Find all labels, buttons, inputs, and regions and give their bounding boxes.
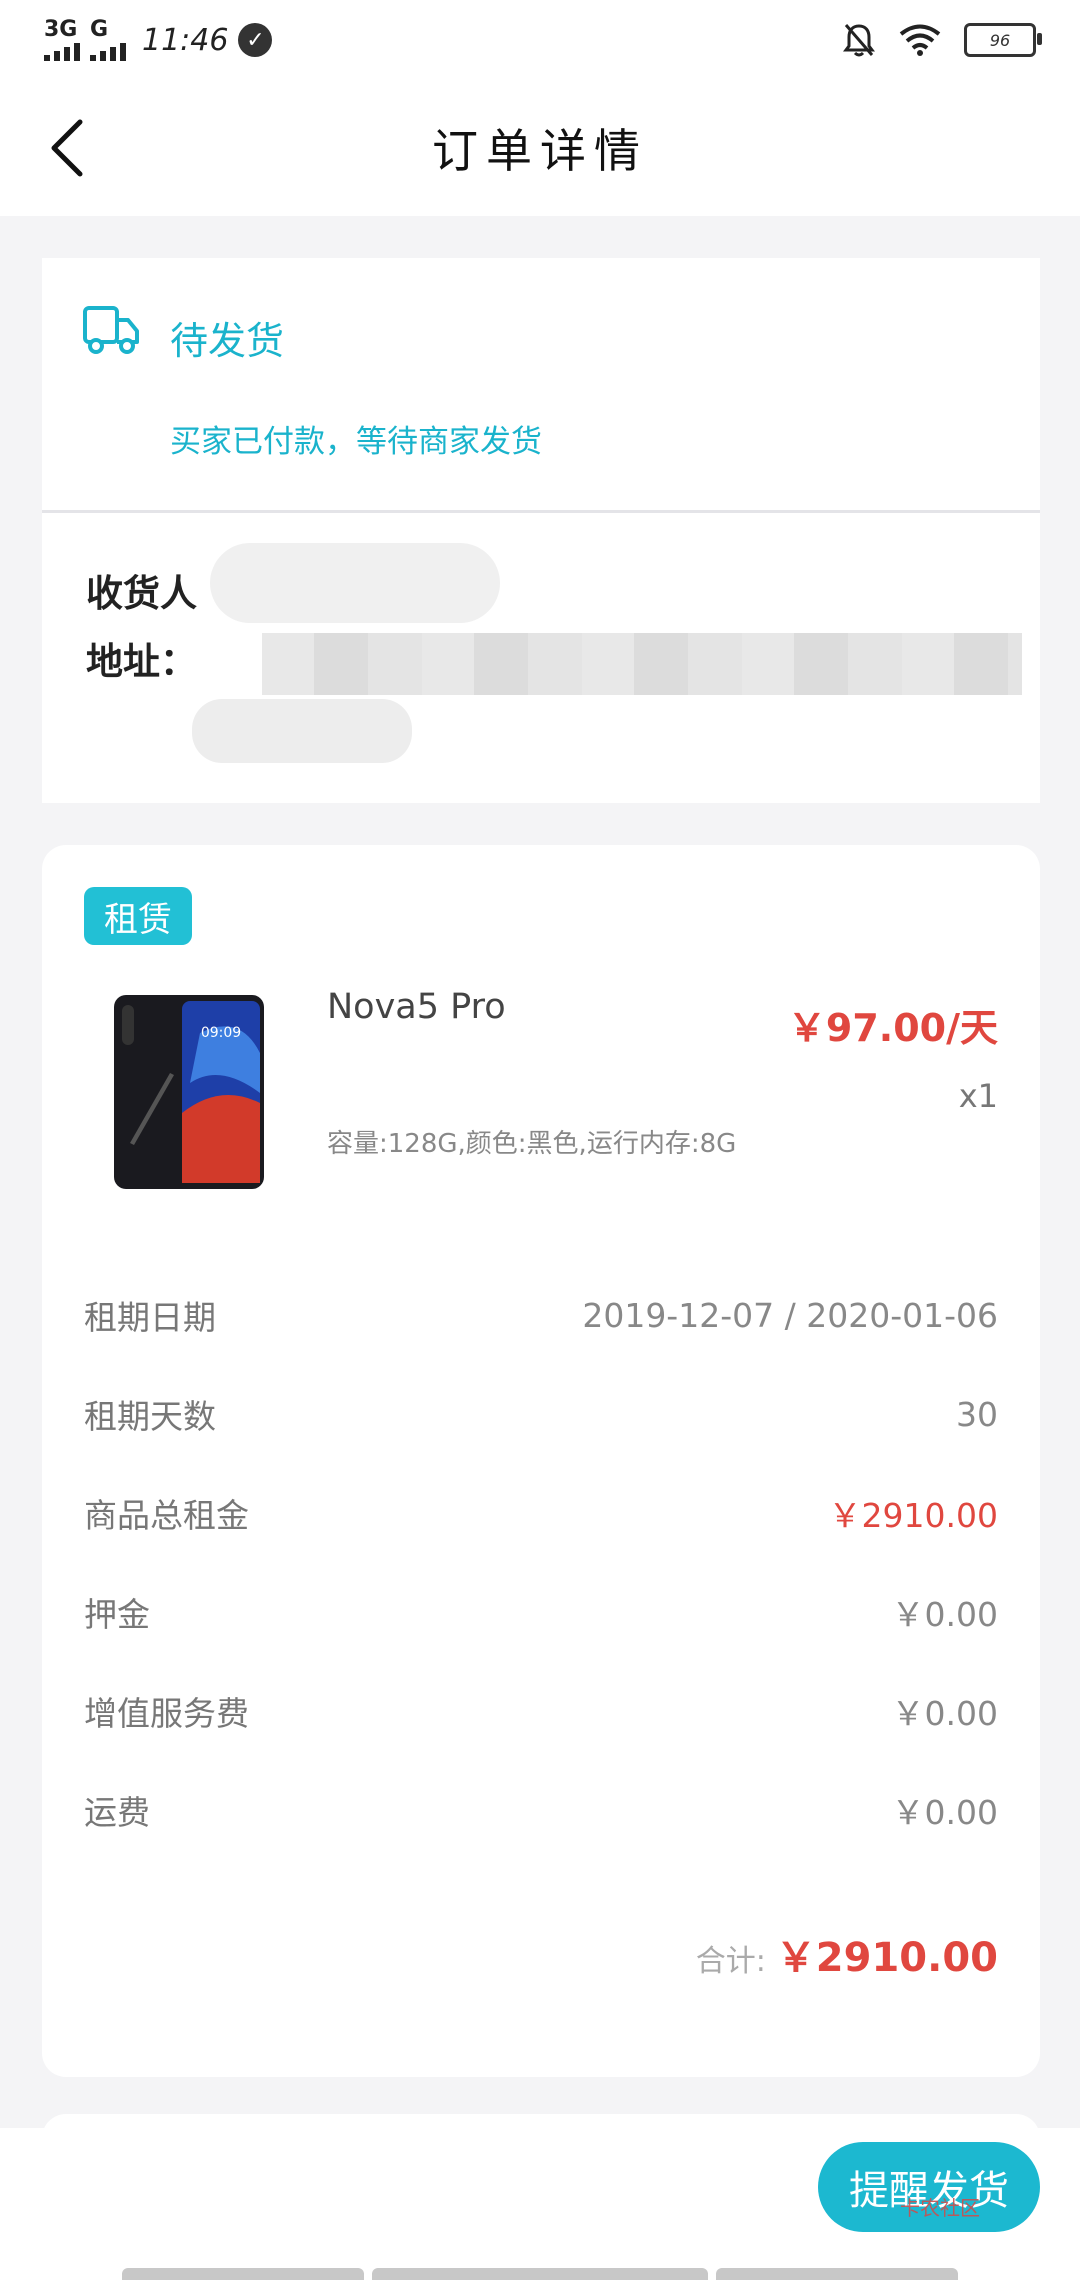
- signal-icon-2: G: [90, 19, 126, 61]
- detail-label: 商品总租金: [84, 1496, 249, 1535]
- signal-icon: 3G: [44, 19, 80, 61]
- detail-value: 30: [956, 1394, 998, 1434]
- nav-indicator: [122, 2268, 364, 2280]
- check-circle-icon: ✓: [238, 23, 273, 57]
- product-price: ￥97.00/天: [787, 1006, 998, 1050]
- product-name[interactable]: Nova5 Pro: [327, 987, 506, 1027]
- truck-icon: [83, 306, 139, 354]
- detail-row-lease-dates: 租期日期 2019-12-07 / 2020-01-06: [84, 1285, 998, 1345]
- detail-row-shipping: 运费 ￥0.00: [84, 1780, 998, 1840]
- battery-icon: 96: [964, 23, 1042, 57]
- detail-label: 增值服务费: [84, 1694, 249, 1733]
- status-time: 11:46: [142, 22, 229, 58]
- detail-value: ￥2910.00: [828, 1496, 998, 1535]
- rental-tag: 租赁: [84, 887, 192, 945]
- watermark: 卡农社区: [900, 2196, 980, 2220]
- wifi-icon: [899, 24, 941, 56]
- total-value: ￥2910.00: [775, 1935, 998, 1981]
- detail-value: ￥0.00: [891, 1793, 998, 1832]
- product-quantity: x1: [958, 1077, 998, 1115]
- status-bar: 3G G 11:46 ✓ 96: [0, 0, 1080, 80]
- detail-label: 押金: [84, 1595, 150, 1634]
- page-title: 订单详情: [432, 124, 648, 178]
- status-bar-right: 96: [842, 14, 1042, 66]
- detail-label: 租期日期: [84, 1298, 216, 1337]
- order-status-card: 待发货 买家已付款，等待商家发货: [42, 258, 1040, 510]
- status-bar-left: 3G G 11:46 ✓: [44, 14, 273, 66]
- redacted-name-blur: [210, 543, 500, 623]
- detail-row-service-fee: 增值服务费 ￥0.00: [84, 1681, 998, 1741]
- detail-row-total-rent: 商品总租金 ￥2910.00: [84, 1483, 998, 1543]
- nav-indicator: [716, 2268, 958, 2280]
- address-card: 收货人 017095 地址：: [42, 513, 1040, 803]
- recipient-label: 收货人: [86, 572, 197, 615]
- redacted-address-blur: [262, 633, 1022, 695]
- status-title: 待发货: [170, 319, 285, 363]
- nav-indicator: [372, 2268, 708, 2280]
- detail-row-deposit: 押金 ￥0.00: [84, 1582, 998, 1642]
- total-label: 合计:: [695, 1944, 766, 1979]
- address-label: 地址：: [86, 640, 197, 683]
- order-detail-card: 租赁 09:09 Nova5 Pro ￥97.00/天 x1 容量:128G,颜…: [42, 845, 1040, 2077]
- detail-value: 2019-12-07 / 2020-01-06: [582, 1295, 998, 1335]
- battery-level: 96: [989, 30, 1011, 50]
- product-spec: 容量:128G,颜色:黑色,运行内存:8G: [327, 1129, 737, 1159]
- detail-value: ￥0.00: [891, 1694, 998, 1733]
- detail-label: 运费: [84, 1793, 150, 1832]
- detail-value: ￥0.00: [891, 1595, 998, 1634]
- redacted-address-blur-2: [192, 699, 412, 763]
- detail-row-lease-days: 租期天数 30: [84, 1384, 998, 1444]
- app-header: 订单详情: [0, 80, 1080, 216]
- detail-label: 租期天数: [84, 1397, 216, 1436]
- order-total: 合计: ￥2910.00: [696, 1925, 998, 1983]
- back-arrow-icon[interactable]: [36, 112, 108, 184]
- status-subtitle: 买家已付款，等待商家发货: [170, 424, 542, 460]
- svg-text:09:09: 09:09: [201, 1025, 241, 1041]
- product-image[interactable]: 09:09: [110, 993, 270, 1191]
- bell-off-icon: [843, 24, 875, 57]
